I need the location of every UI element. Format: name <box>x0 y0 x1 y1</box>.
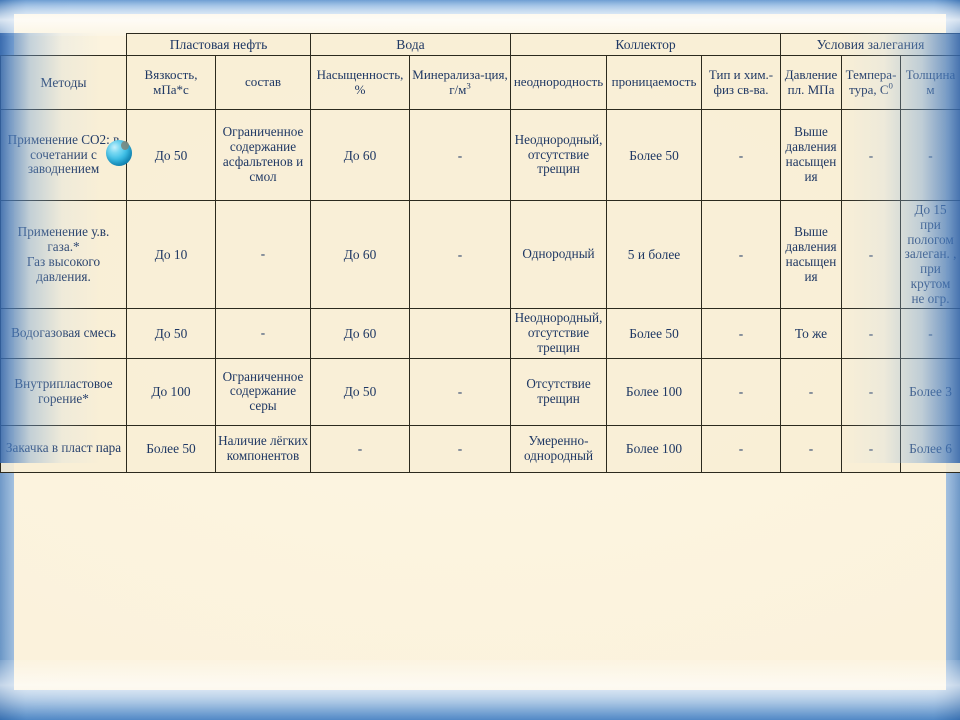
cell-heterogeneity: Отсутствие трещин <box>510 357 608 426</box>
cell-saturation: До 60 <box>310 109 411 201</box>
group-header-reservoir-oil: Пластовая нефть <box>125 33 312 56</box>
cell-mineralization <box>409 308 512 359</box>
cell-formation-pressure: То же <box>780 308 843 359</box>
cell-formation-pressure: Выше давления насыщения <box>780 199 843 310</box>
cell-saturation: До 50 <box>310 357 411 426</box>
cell-temperature: - <box>841 199 902 310</box>
group-header-bedding-conditions: Условия залегания <box>780 33 960 56</box>
table-corner-blank <box>0 33 127 56</box>
group-header-collector: Коллектор <box>510 33 782 56</box>
cell-thickness: До 15 при пологом залеган. , при крутом … <box>900 199 960 310</box>
header-type-chem-phys: Тип и хим.-физ св-ва. <box>701 55 782 110</box>
table-row: Применение СО2: в сочетании с заводнение… <box>0 109 960 201</box>
cell-composition: Ограниченное содержание серы <box>214 357 312 426</box>
cell-formation-pressure: - <box>780 357 843 426</box>
cell-temperature: - <box>841 109 902 201</box>
table-row: Внутрипластовое горение* До 100 Ограниче… <box>0 357 960 426</box>
cell-heterogeneity: Неоднородный, отсутствие трещин <box>510 308 608 359</box>
cell-thickness: - <box>900 308 960 359</box>
header-mineralization: Минерализа-ция, г/м3 <box>409 55 512 110</box>
cell-temperature: - <box>841 424 902 473</box>
cell-permeability: Более 100 <box>606 424 703 473</box>
cell-thickness: - <box>900 109 960 201</box>
header-methods: Методы <box>0 55 127 110</box>
table-row: Закачка в пласт пара Более 50 Наличие лё… <box>0 424 960 473</box>
table-group-header-row: Пластовая нефть Вода Коллектор Условия з… <box>0 33 960 56</box>
row-label-steam-injection: Закачка в пласт пара <box>0 424 127 473</box>
cell-type-chem-phys: - <box>701 424 782 473</box>
cell-heterogeneity: Умеренно-однородный <box>510 424 608 473</box>
cell-type-chem-phys: - <box>701 109 782 201</box>
cell-thickness: Более 6 <box>900 424 960 473</box>
cell-saturation: До 60 <box>310 308 411 359</box>
slide-background: Пластовая нефть Вода Коллектор Условия з… <box>0 0 960 720</box>
cell-temperature: - <box>841 308 902 359</box>
cell-composition: Ограниченное содержание асфальтенов и см… <box>214 109 312 201</box>
cell-saturation: До 60 <box>310 199 411 310</box>
header-formation-pressure: Давление пл. МПа <box>780 55 843 110</box>
cell-type-chem-phys: - <box>701 308 782 359</box>
cell-viscosity: До 50 <box>126 308 216 359</box>
cell-type-chem-phys: - <box>701 199 782 310</box>
row-label-in-situ-combustion: Внутрипластовое горение* <box>0 357 127 426</box>
group-header-water: Вода <box>310 33 512 56</box>
header-viscosity: Вязкость, мПа*с <box>126 55 216 110</box>
row-label-co2-waterflood: Применение СО2: в сочетании с заводнение… <box>0 109 127 201</box>
header-saturation: Насыщенность, % <box>310 55 411 110</box>
table-row: Применение у.в. газа.* Газ высокого давл… <box>0 199 960 310</box>
cell-saturation: - <box>310 424 411 473</box>
cell-mineralization: - <box>409 357 512 426</box>
cell-permeability: Более 50 <box>606 308 703 359</box>
cell-viscosity: До 100 <box>126 357 216 426</box>
cell-heterogeneity: Однородный <box>510 199 608 310</box>
header-temperature: Темпера-тура, С0 <box>841 55 902 110</box>
cell-viscosity: До 50 <box>126 109 216 201</box>
eor-methods-table: Пластовая нефть Вода Коллектор Условия з… <box>0 33 960 473</box>
cell-mineralization: - <box>409 199 512 310</box>
cell-permeability: Более 50 <box>606 109 703 201</box>
comparison-table-container: Пластовая нефть Вода Коллектор Условия з… <box>0 33 960 473</box>
cell-mineralization: - <box>409 109 512 201</box>
cell-thickness: Более 3 <box>900 357 960 426</box>
row-label-hydrocarbon-gas: Применение у.в. газа.* Газ высокого давл… <box>0 199 127 310</box>
table-row: Водогазовая смесь До 50 - До 60 Неодноро… <box>0 308 960 359</box>
cell-permeability: Более 100 <box>606 357 703 426</box>
cell-viscosity: Более 50 <box>126 424 216 473</box>
cell-composition: Наличие лёгких компонентов <box>214 424 312 473</box>
cell-permeability: 5 и более <box>606 199 703 310</box>
table-sub-header-row: Методы Вязкость, мПа*с состав Насыщеннос… <box>0 55 960 110</box>
cell-viscosity: До 10 <box>126 199 216 310</box>
row-label-water-gas-mixture: Водогазовая смесь <box>0 308 127 359</box>
cell-formation-pressure: Выше давления насыщения <box>780 109 843 201</box>
cell-heterogeneity: Неоднородный, отсутствие трещин <box>510 109 608 201</box>
cell-composition: - <box>214 308 312 359</box>
cell-type-chem-phys: - <box>701 357 782 426</box>
cell-formation-pressure: - <box>780 424 843 473</box>
cell-temperature: - <box>841 357 902 426</box>
cell-mineralization: - <box>409 424 512 473</box>
header-thickness: Толщинам <box>900 55 960 110</box>
header-heterogeneity: неоднородность <box>510 55 608 110</box>
cell-composition: - <box>214 199 312 310</box>
header-permeability: проницаемость <box>606 55 703 110</box>
header-composition: состав <box>214 55 312 110</box>
